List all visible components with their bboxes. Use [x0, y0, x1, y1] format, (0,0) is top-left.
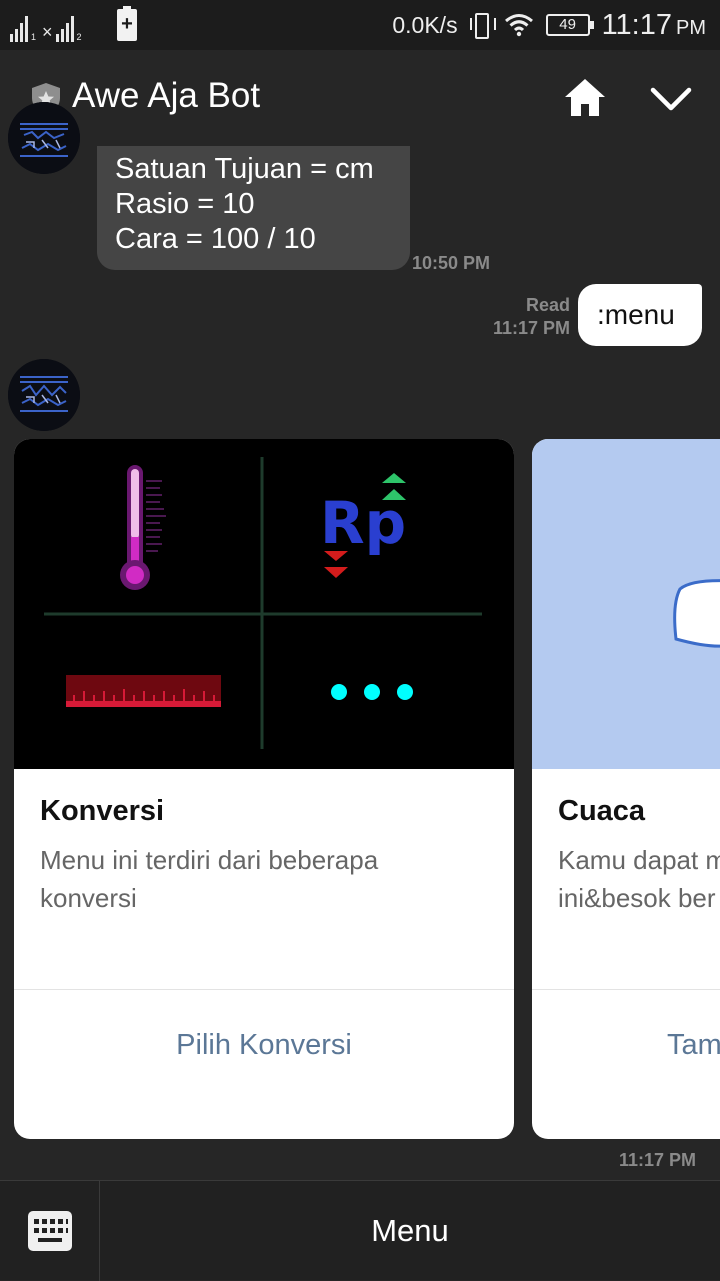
carousel-card-konversi[interactable]: Rp Konversi Menu ini terdiri dari bebera…	[14, 439, 514, 1139]
bot-avatar[interactable]	[8, 359, 80, 431]
card-title: Konversi	[40, 795, 165, 827]
rich-menu-toggle[interactable]: Menu	[100, 1181, 720, 1281]
home-icon[interactable]	[562, 74, 608, 120]
tampilkan-button[interactable]: Tam	[667, 1029, 720, 1062]
battery-charging-icon: +	[117, 6, 137, 41]
card-divider	[14, 989, 514, 990]
wifi-icon	[504, 13, 534, 37]
status-bar-right: 0.0K/s 49 11:17 PM	[392, 0, 706, 50]
net-speed: 0.0K/s	[392, 11, 458, 38]
battery-plus: +	[121, 13, 133, 35]
signal-sim1-icon: 1	[10, 16, 36, 42]
ruler-icon	[66, 675, 221, 707]
bot-message-time: 10:50 PM	[412, 253, 491, 273]
sim1-index: 1	[31, 32, 37, 42]
sim2-index: 2	[76, 32, 82, 42]
card-divider	[532, 989, 720, 990]
bottom-bar: Menu	[0, 1180, 720, 1281]
user-message-bubble[interactable]: :menu	[578, 284, 702, 346]
card-description: Kamu dapat m ini&besok ber	[558, 841, 720, 917]
chat-header: Awe Aja Bot	[0, 50, 720, 146]
carousel-time: 11:17 PM	[619, 1150, 697, 1170]
clock-ampm: PM	[676, 16, 706, 39]
read-status: Read	[525, 295, 570, 315]
no-signal-mark: ×	[42, 22, 53, 42]
cuaca-image	[532, 439, 720, 769]
battery-icon: 49	[545, 14, 594, 36]
keyboard-toggle-button[interactable]	[0, 1181, 100, 1281]
status-bar: 1 × 2 + 0.0K/s 49 11:17 PM	[0, 0, 720, 50]
card-description: Menu ini terdiri dari beberapa konversi	[40, 841, 460, 917]
bot-message-line: Rasio = 10	[115, 188, 255, 220]
carousel-card-cuaca[interactable]: Cuaca Kamu dapat m ini&besok ber Tam	[532, 439, 720, 1139]
card-description-line: Kamu dapat m	[558, 845, 720, 875]
bot-message-line: Cara = 100 / 10	[115, 223, 316, 255]
card-description-line: ini&besok ber	[558, 883, 716, 913]
card-description-line: Menu ini terdiri dari beberapa	[40, 845, 379, 875]
user-message-time: 11:17 PM	[492, 318, 570, 338]
bot-message-bubble: Satuan Tujuan = cm Rasio = 10 Cara = 100…	[97, 146, 410, 270]
chevron-down-icon[interactable]	[648, 76, 694, 122]
more-dots-icon	[331, 684, 413, 700]
card-description-line: konversi	[40, 883, 137, 913]
keyboard-icon	[28, 1211, 72, 1251]
card-title: Cuaca	[558, 795, 646, 827]
chat-title: Awe Aja Bot	[72, 76, 261, 115]
bot-message-line: Satuan Tujuan = cm	[115, 153, 374, 185]
signal-sim2-icon: 2	[55, 16, 82, 42]
vibrate-icon	[469, 12, 496, 39]
clock: 11:17 PM	[602, 9, 706, 42]
user-message-meta: Read 11:17 PM	[480, 294, 570, 340]
clock-time: 11:17	[601, 8, 672, 41]
status-bar-left: 1 × 2	[10, 8, 86, 42]
konversi-image: Rp	[14, 439, 514, 769]
pilih-konversi-button[interactable]: Pilih Konversi	[14, 1029, 514, 1062]
bot-avatar[interactable]	[8, 102, 80, 174]
